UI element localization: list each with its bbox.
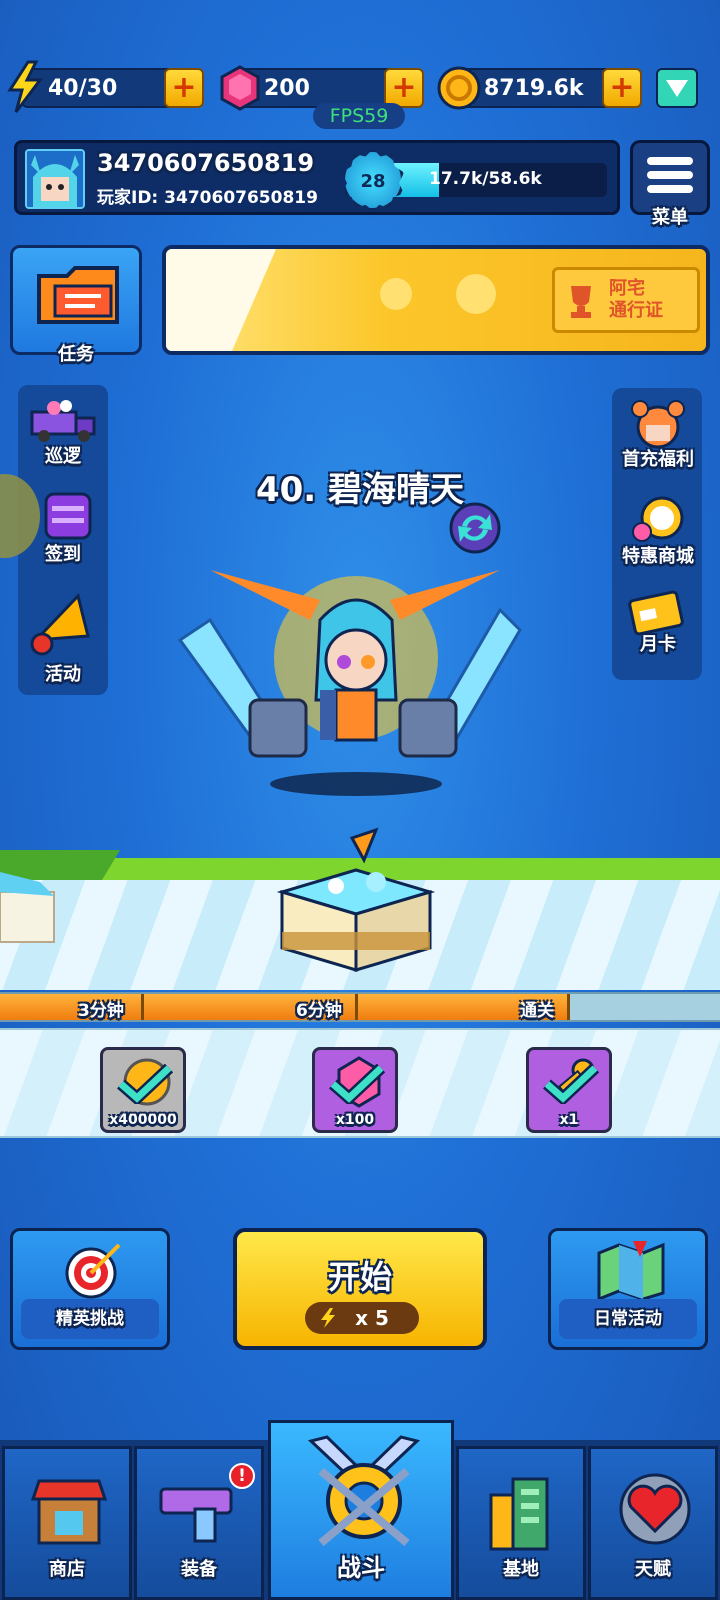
start-cost: x 5 — [305, 1302, 419, 1334]
nav-tab-base[interactable]: 基地 — [456, 1446, 586, 1600]
player-id: 玩家ID: 3470607650819 — [97, 183, 318, 208]
monthly-card-label: 月卡 — [640, 634, 676, 655]
stage-title: 40. 碧海晴天 — [255, 470, 465, 510]
nav-label-base: 基地 — [503, 1559, 539, 1580]
reward-gem[interactable]: x100 — [312, 1047, 398, 1133]
shield-button[interactable] — [656, 68, 698, 108]
map-icon — [597, 1241, 665, 1301]
daily-activity-label: 日常活动 — [559, 1299, 697, 1339]
add-energy-button[interactable]: + — [164, 68, 204, 108]
megaphone-icon — [30, 592, 90, 656]
lightning-icon — [7, 60, 43, 113]
menu-button[interactable]: 菜单 — [630, 140, 710, 228]
profile-panel[interactable]: 3470607650819 玩家ID: 3470607650819 17.7k/… — [14, 140, 620, 215]
nav-label-equipment: 装备 — [181, 1559, 217, 1580]
add-gem-button[interactable]: + — [384, 68, 424, 108]
events-label: 活动 — [45, 664, 81, 685]
xp-text: 17.7k/58.6k — [429, 169, 542, 189]
equipment-alert-badge: ! — [229, 1463, 255, 1489]
milestone-label-1: 3分钟 — [78, 1001, 124, 1021]
current-island-icon[interactable] — [276, 820, 436, 980]
check-icon — [329, 1064, 385, 1104]
folder-icon — [37, 266, 119, 324]
switch-stage-button[interactable] — [442, 500, 508, 556]
task-button[interactable]: 任务 — [10, 245, 142, 365]
decor-bunny-icon — [380, 274, 496, 314]
level-badge: 28 — [342, 149, 404, 211]
pass-label: 阿宅 通行证 — [609, 278, 663, 321]
nav-tab-talent[interactable]: 天赋 — [588, 1446, 718, 1600]
energy-value: 40/30 — [48, 76, 118, 101]
refresh-icon — [449, 502, 501, 554]
elite-challenge-button[interactable]: 精英挑战 — [10, 1228, 170, 1350]
pass-banner[interactable]: 阿宅 通行证 — [162, 245, 710, 355]
menu-label: 菜单 — [652, 207, 688, 228]
xp-bar: 17.7k/58.6k — [367, 163, 607, 197]
start-cost-value: x 5 — [355, 1306, 389, 1330]
nav-tab-battle[interactable]: 战斗 — [268, 1420, 454, 1600]
hero-character — [177, 570, 522, 796]
building-icon — [489, 1477, 549, 1551]
bottom-nav: 商店 ! 装备 战斗 基地 天赋 — [0, 1420, 720, 1600]
coin-value: 8719.6k — [484, 76, 584, 101]
fps-counter: FPS59 — [313, 103, 405, 129]
reward-coin[interactable]: x400000 — [100, 1047, 186, 1133]
milestone-label-2: 6分钟 — [296, 1001, 342, 1021]
crosshair-icon — [307, 1435, 421, 1547]
gem-value: 200 — [264, 76, 310, 101]
start-label: 开始 — [327, 1258, 392, 1296]
lightning-icon — [321, 1308, 335, 1328]
pass-tag[interactable]: 阿宅 通行证 — [552, 267, 700, 333]
player-name: 3470607650819 — [97, 149, 315, 177]
nav-tab-equipment[interactable]: ! 装备 — [134, 1446, 264, 1600]
player-id-label: 玩家ID: — [97, 188, 159, 208]
heart-icon — [619, 1473, 691, 1545]
reward-key-count: x1 — [559, 1112, 579, 1128]
nav-tab-shop[interactable]: 商店 — [2, 1446, 132, 1600]
coin-icon — [437, 66, 481, 110]
reward-coin-count: x400000 — [109, 1112, 177, 1128]
nav-label-talent: 天赋 — [635, 1559, 671, 1580]
truck-icon — [30, 400, 96, 442]
menu-icon — [647, 157, 693, 165]
shield-icon — [666, 80, 688, 97]
events-button[interactable]: 活动 — [20, 588, 106, 688]
milestone-label-3: 通关 — [520, 1001, 554, 1021]
monthly-card-button[interactable]: 月卡 — [606, 588, 710, 668]
elite-challenge-label: 精英挑战 — [21, 1299, 159, 1339]
avatar[interactable] — [25, 149, 85, 209]
check-icon — [543, 1064, 599, 1104]
prev-island-icon — [0, 872, 55, 943]
reward-gem-count: x100 — [335, 1112, 375, 1128]
signin-label: 签到 — [45, 544, 81, 565]
gem-icon — [220, 65, 260, 111]
girl-avatar-icon — [631, 400, 685, 449]
patrol-button[interactable]: 巡逻 — [20, 392, 106, 472]
special-shop-label: 特惠商城 — [622, 546, 694, 567]
daily-activity-button[interactable]: 日常活动 — [548, 1228, 708, 1350]
shop-icon — [30, 1479, 108, 1545]
task-label: 任务 — [58, 344, 94, 365]
add-coin-button[interactable]: + — [602, 68, 642, 108]
player-id-value: 3470607650819 — [164, 188, 318, 208]
nav-label-battle: 战斗 — [337, 1554, 385, 1582]
check-icon — [117, 1064, 173, 1104]
nav-label-shop: 商店 — [49, 1559, 85, 1580]
reward-strip: x400000 x100 x1 — [0, 1028, 720, 1138]
gun-icon — [159, 1487, 233, 1543]
start-button[interactable]: 开始 x 5 — [233, 1228, 487, 1350]
target-icon — [65, 1243, 121, 1299]
reward-key[interactable]: x1 — [526, 1047, 612, 1133]
level-value: 28 — [360, 171, 386, 192]
stage-progress-bar: 3分钟 6分钟 通关 — [0, 992, 720, 1022]
trophy-icon — [571, 286, 591, 318]
